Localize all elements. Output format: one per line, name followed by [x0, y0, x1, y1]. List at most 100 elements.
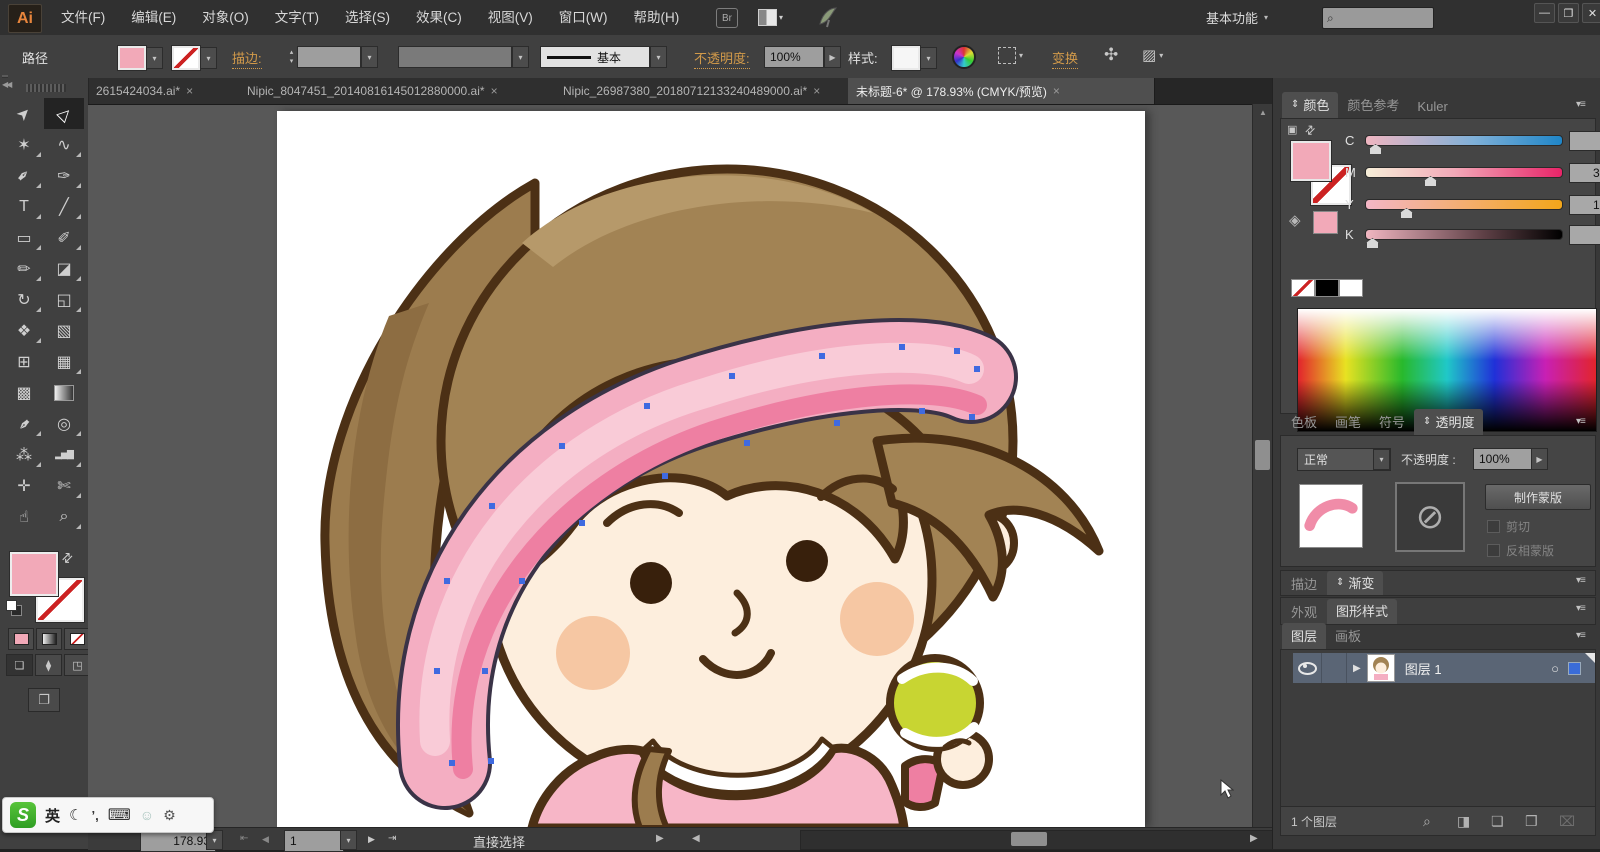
status-expand-icon[interactable]: ▶: [656, 833, 664, 844]
first-artboard-icon[interactable]: ⇤: [240, 833, 248, 844]
tool-pen[interactable]: ✒: [4, 160, 44, 191]
tool-blob-brush[interactable]: ◪: [44, 253, 84, 284]
draw-inside-button[interactable]: ◳: [64, 654, 91, 676]
black-slider-thumb[interactable]: [1366, 238, 1379, 249]
ime-settings-icon[interactable]: ⚙: [163, 807, 176, 824]
tool-symbol-sprayer[interactable]: ⁂: [4, 439, 44, 470]
stroke-color-dropdown-icon[interactable]: ▾: [200, 47, 217, 69]
none-mode-button[interactable]: [64, 628, 90, 650]
blend-mode-dropdown[interactable]: 正常 ▾: [1297, 448, 1391, 471]
stroke-panel-link[interactable]: 描边:: [232, 48, 262, 69]
tool-gradient[interactable]: [44, 377, 84, 408]
graphic-style-dropdown-icon[interactable]: ▾: [920, 47, 937, 69]
locate-object-icon[interactable]: ⌕: [1423, 813, 1431, 830]
variable-width-dropdown-icon[interactable]: ▾: [512, 46, 529, 68]
menu-view[interactable]: 视图(V): [475, 0, 546, 35]
magenta-slider[interactable]: [1365, 167, 1563, 178]
select-similar-dropdown-icon[interactable]: ▾: [1019, 51, 1023, 60]
tool-free-transform[interactable]: ▧: [44, 315, 84, 346]
tab-symbols[interactable]: 符号: [1370, 409, 1414, 435]
draw-behind-button[interactable]: ⧫: [35, 654, 62, 676]
tool-magic-wand[interactable]: ✶: [4, 129, 44, 160]
tab-kuler[interactable]: Kuler: [1408, 96, 1456, 118]
arrange-documents-icon[interactable]: [758, 9, 777, 26]
invert-mask-checkbox[interactable]: [1487, 544, 1500, 557]
workspace-switcher[interactable]: 基本功能 ▾: [1206, 0, 1268, 35]
menu-effect[interactable]: 效果(C): [403, 0, 475, 35]
lock-toggle[interactable]: [1322, 653, 1347, 683]
magenta-value-field[interactable]: 32.01: [1569, 163, 1600, 183]
search-input[interactable]: [1337, 10, 1421, 26]
target-circle-icon[interactable]: ○: [1551, 661, 1559, 676]
transparency-opacity-field[interactable]: 100%: [1473, 448, 1539, 470]
stroke-weight-stepper[interactable]: ▴▾: [286, 47, 297, 67]
sogou-logo[interactable]: S: [10, 802, 36, 828]
ime-language-toggle[interactable]: 英: [45, 805, 60, 826]
yellow-value-field[interactable]: 19.66: [1569, 195, 1600, 215]
tool-selection[interactable]: ➤: [4, 98, 44, 129]
magenta-slider-thumb[interactable]: [1424, 176, 1437, 187]
tool-eyedropper[interactable]: ✒: [4, 408, 44, 439]
transparency-opacity-step-icon[interactable]: ▶: [1531, 448, 1548, 470]
mask-thumbnail[interactable]: ⊘: [1395, 482, 1465, 552]
menu-type[interactable]: 文字(T): [262, 0, 332, 35]
horizontal-scroll-thumb[interactable]: [1011, 832, 1047, 846]
hscroll-right-icon[interactable]: ▶: [1250, 833, 1258, 844]
draw-normal-button[interactable]: ❏: [6, 654, 33, 676]
menu-help[interactable]: 帮助(H): [620, 0, 692, 35]
brush-definition-field[interactable]: 基本: [540, 46, 650, 68]
tab-artboards[interactable]: 画板: [1326, 623, 1370, 649]
opacity-field[interactable]: 100%: [764, 46, 824, 68]
tool-lasso[interactable]: ∿: [44, 129, 84, 160]
tool-type[interactable]: T: [4, 191, 44, 222]
fill-color-swatch[interactable]: [118, 46, 146, 70]
tab-graphic-styles[interactable]: 图形样式: [1327, 599, 1397, 624]
document-tab-3[interactable]: Nipic_26987380_20180712133240489000.ai* …: [555, 78, 864, 104]
black-swatch[interactable]: [1315, 279, 1339, 297]
fill-proxy-swatch[interactable]: [1291, 141, 1331, 181]
tool-width[interactable]: ❖: [4, 315, 44, 346]
graphic-style-swatch[interactable]: [892, 46, 920, 70]
document-tab-2[interactable]: Nipic_8047451_20140816145012880000.ai* ×: [239, 78, 571, 104]
collapse-dock-icon[interactable]: ◀◀: [2, 80, 10, 89]
tool-artboard[interactable]: ✛: [4, 470, 44, 501]
tool-mesh[interactable]: ▩: [4, 377, 44, 408]
close-tab-icon[interactable]: ×: [1053, 84, 1060, 98]
isolate-dropdown-icon[interactable]: ▾: [1159, 51, 1163, 60]
hscroll-left-icon[interactable]: ◀: [692, 833, 700, 844]
select-similar-icon[interactable]: [998, 47, 1016, 64]
close-tab-icon[interactable]: ×: [186, 84, 193, 98]
tool-panel-grip[interactable]: [26, 84, 66, 92]
recolor-artwork-icon[interactable]: [952, 45, 976, 69]
yellow-slider-thumb[interactable]: [1400, 208, 1413, 219]
close-tab-icon[interactable]: ×: [491, 84, 498, 98]
ime-fullhalf-icon[interactable]: ☾: [69, 806, 82, 824]
tool-zoom[interactable]: ⌕: [44, 501, 84, 532]
new-layer-icon[interactable]: ❒: [1525, 813, 1538, 830]
tool-rectangle[interactable]: ▭: [4, 222, 44, 253]
layers-panel-menu-icon[interactable]: ▾≡: [1576, 630, 1585, 641]
minimize-button[interactable]: —: [1534, 3, 1555, 23]
tool-blend[interactable]: ◎: [44, 408, 84, 439]
new-sublayer-icon[interactable]: ❏: [1491, 813, 1504, 830]
black-slider[interactable]: [1365, 229, 1563, 240]
layer-row[interactable]: ▶ 图层 1 ○: [1293, 653, 1595, 683]
cs-live-icon[interactable]: [818, 6, 838, 33]
tab-gradient[interactable]: ⇕ 渐变: [1327, 571, 1383, 595]
tab-transparency[interactable]: ⇕ 透明度: [1414, 409, 1483, 435]
tool-curvature-pen[interactable]: ✑: [44, 160, 84, 191]
gradient-mode-button[interactable]: [36, 628, 62, 650]
ime-keyboard-icon[interactable]: ⌨: [108, 805, 131, 825]
object-thumbnail[interactable]: [1299, 484, 1363, 548]
cyan-slider[interactable]: [1365, 135, 1563, 146]
artboard[interactable]: [277, 111, 1145, 828]
cyan-slider-thumb[interactable]: [1369, 144, 1382, 155]
bridge-button[interactable]: Br: [716, 8, 738, 28]
align-icon[interactable]: ✣: [1104, 45, 1118, 65]
brush-definition-dropdown-icon[interactable]: ▾: [650, 46, 667, 68]
tab-appearance[interactable]: 外观: [1281, 599, 1327, 624]
tool-rotate[interactable]: ↻: [4, 284, 44, 315]
tool-pencil[interactable]: ✏: [4, 253, 44, 284]
tool-shape-builder[interactable]: ⊞: [4, 346, 44, 377]
close-button[interactable]: ✕: [1582, 3, 1600, 23]
